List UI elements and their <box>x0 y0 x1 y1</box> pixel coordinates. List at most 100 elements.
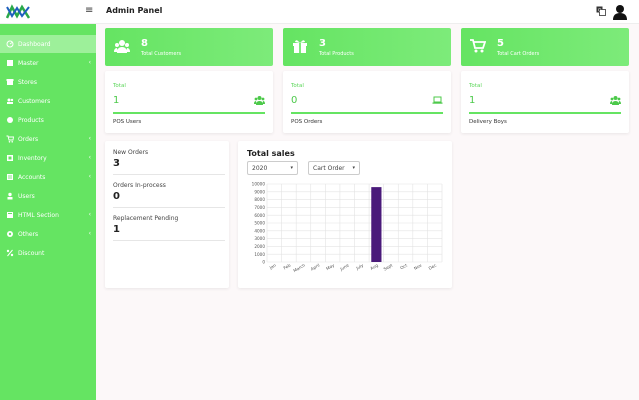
products-icon <box>7 117 13 123</box>
detail-value: 0 <box>291 95 298 106</box>
sidebar-item-label: Users <box>18 192 35 200</box>
svg-text:G: G <box>598 8 602 14</box>
detail-footer: POS Orders <box>291 119 323 125</box>
year-select[interactable]: 2020 ▾ <box>247 161 298 175</box>
page-title: Admin Panel <box>106 6 163 15</box>
order-type-select[interactable]: Cart Order ▾ <box>308 161 360 175</box>
chevron-left-icon: ‹ <box>88 173 91 180</box>
dashboard-icon <box>6 40 14 48</box>
sidebar-item-master[interactable]: Master ‹ <box>0 54 96 72</box>
detail-caption: Total <box>113 83 126 89</box>
detail-progress-bar <box>469 112 621 114</box>
x-tick-label: May <box>325 262 335 271</box>
top-bar: ≡ Admin Panel G <box>0 0 639 24</box>
hamburger-icon[interactable]: ≡ <box>85 5 93 16</box>
master-icon <box>7 60 13 66</box>
detail-card-delivery-boys[interactable]: Total 1 Delivery Boys <box>461 71 629 133</box>
sidebar-item-label: HTML Section <box>18 211 59 219</box>
summary-card-cart-orders[interactable]: 5 Total Cart Orders <box>461 28 629 66</box>
sidebar: Dashboard Master ‹ Stores Customers Prod… <box>0 34 96 400</box>
stat-value: 3 <box>113 158 120 169</box>
order-stats-card: New Orders 3 Orders In-process 0 Replace… <box>105 141 229 288</box>
sidebar-item-label: Accounts <box>18 173 46 181</box>
summary-card-products[interactable]: 3 Total Products <box>283 28 451 66</box>
detail-caption: Total <box>469 83 482 89</box>
sidebar-item-orders[interactable]: Orders ‹ <box>0 130 96 148</box>
chevron-left-icon: ‹ <box>88 59 91 66</box>
y-tick-label: 2000 <box>254 244 265 249</box>
sidebar-item-dashboard[interactable]: Dashboard <box>0 35 96 53</box>
y-tick-label: 9000 <box>254 189 265 194</box>
users-group-icon <box>114 40 130 53</box>
detail-card-pos-orders[interactable]: Total 0 POS Orders <box>283 71 451 133</box>
x-tick-label: Oct <box>399 262 408 270</box>
sidebar-header-strip <box>0 24 96 34</box>
y-tick-label: 3000 <box>254 236 265 241</box>
y-tick-label: 4000 <box>254 228 265 233</box>
store-icon <box>6 79 14 85</box>
logo-icon[interactable] <box>6 4 30 20</box>
percent-icon <box>6 249 14 257</box>
x-tick-label: Feb <box>282 262 291 270</box>
x-tick-label: Nov <box>413 262 423 271</box>
summary-card-customers[interactable]: 8 Total Customers <box>105 28 273 66</box>
translate-icon[interactable]: G <box>596 6 606 16</box>
y-tick-label: 1000 <box>254 252 265 257</box>
sidebar-item-discount[interactable]: Discount <box>0 244 96 262</box>
detail-progress-bar <box>113 112 265 114</box>
stat-replacement-pending[interactable]: Replacement Pending 1 <box>113 215 225 241</box>
cart-icon <box>470 39 486 53</box>
sidebar-item-accounts[interactable]: Accounts ‹ <box>0 168 96 186</box>
sidebar-item-label: Dashboard <box>18 40 51 48</box>
y-tick-label: 7000 <box>254 205 265 210</box>
y-tick-label: 8000 <box>254 197 265 202</box>
stat-new-orders[interactable]: New Orders 3 <box>113 149 225 175</box>
sidebar-item-customers[interactable]: Customers <box>0 92 96 110</box>
inventory-icon <box>7 155 13 161</box>
sidebar-item-inventory[interactable]: Inventory ‹ <box>0 149 96 167</box>
x-tick-label: Aug <box>369 262 379 271</box>
stat-label: New Orders <box>113 149 149 156</box>
x-tick-label: June <box>338 262 350 272</box>
y-tick-label: 6000 <box>254 213 265 218</box>
chevron-left-icon: ‹ <box>88 135 91 142</box>
chevron-down-icon: ▾ <box>352 165 355 171</box>
html-icon <box>7 212 13 218</box>
stat-orders-in-process[interactable]: Orders In-process 0 <box>113 182 225 208</box>
users-group-icon <box>254 96 265 105</box>
sidebar-item-users[interactable]: Users <box>0 187 96 205</box>
sidebar-item-html-section[interactable]: HTML Section ‹ <box>0 206 96 224</box>
sidebar-item-label: Customers <box>18 97 51 105</box>
summary-label: Total Customers <box>141 51 182 57</box>
detail-card-pos-users[interactable]: Total 1 POS Users <box>105 71 273 133</box>
order-type-select-value: Cart Order <box>313 165 345 172</box>
user-icon[interactable] <box>613 4 627 20</box>
sidebar-item-label: Master <box>18 59 39 67</box>
summary-label: Total Products <box>319 51 354 57</box>
chevron-left-icon: ‹ <box>88 230 91 237</box>
stat-label: Replacement Pending <box>113 215 179 222</box>
others-icon <box>7 231 13 237</box>
detail-value: 1 <box>113 95 120 106</box>
users-group-icon <box>610 96 621 105</box>
summary-value: 8 <box>141 38 148 49</box>
users-icon <box>7 192 13 200</box>
sidebar-item-stores[interactable]: Stores <box>0 73 96 91</box>
summary-value: 3 <box>319 38 326 49</box>
summary-label: Total Cart Orders <box>497 51 540 57</box>
detail-footer: Delivery Boys <box>469 119 507 125</box>
x-tick-label: April <box>310 263 321 272</box>
stat-label: Orders In-process <box>113 182 166 189</box>
year-select-value: 2020 <box>252 165 268 172</box>
x-tick-label: March <box>292 262 306 273</box>
total-sales-card: Total sales 2020 ▾ Cart Order ▾ 0 1000 200… <box>238 141 452 288</box>
bar-aug[interactable] <box>371 187 382 262</box>
sidebar-item-products[interactable]: Products <box>0 111 96 129</box>
sales-bar-chart: 0 1000 2000 3000 4000 5000 6000 7000 8000 9000 100… <box>252 182 443 273</box>
stat-value: 0 <box>113 191 120 202</box>
sidebar-item-others[interactable]: Others ‹ <box>0 225 96 243</box>
chevron-left-icon: ‹ <box>88 211 91 218</box>
stat-value: 1 <box>113 224 120 235</box>
detail-footer: POS Users <box>113 119 142 125</box>
y-tick-label: 10000 <box>252 182 266 187</box>
